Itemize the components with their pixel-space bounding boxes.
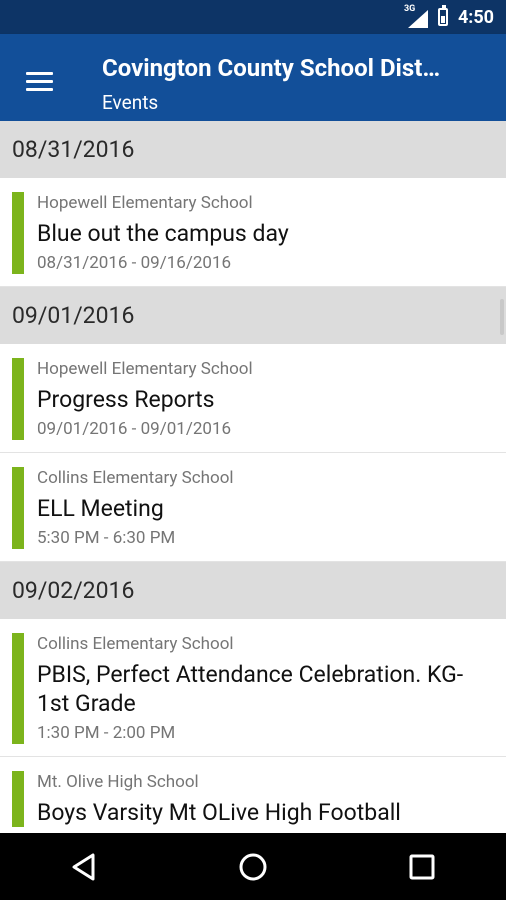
- event-dates: 5:30 PM - 6:30 PM: [37, 528, 176, 548]
- back-icon: [72, 853, 95, 880]
- event-title: Blue out the campus day: [37, 220, 289, 247]
- signal-icon: 3G: [404, 4, 428, 28]
- home-icon: [239, 853, 267, 880]
- event-item[interactable]: Mt. Olive High School Boys Varsity Mt OL…: [0, 757, 506, 833]
- recents-button[interactable]: [392, 837, 452, 897]
- hamburger-menu-icon[interactable]: [26, 72, 53, 92]
- date-header: 09/01/2016: [0, 287, 506, 344]
- date-header: 09/02/2016: [0, 562, 506, 619]
- event-school: Hopewell Elementary School: [37, 359, 253, 379]
- clock: 4:50: [457, 6, 494, 28]
- recents-icon: [409, 854, 435, 879]
- event-school: Mt. Olive High School: [37, 772, 199, 792]
- event-school: Hopewell Elementary School: [37, 193, 253, 213]
- event-item[interactable]: Hopewell Elementary School Progress Repo…: [0, 344, 506, 453]
- event-accent-bar: [12, 633, 24, 744]
- event-dates: 08/31/2016 - 09/16/2016: [37, 253, 232, 273]
- date-header: 08/31/2016: [0, 121, 506, 178]
- system-nav-bar: [0, 833, 506, 900]
- back-button[interactable]: [54, 837, 114, 897]
- network-type: 3G: [403, 4, 416, 14]
- event-item[interactable]: Collins Elementary School PBIS, Perfect …: [0, 619, 506, 757]
- event-school: Collins Elementary School: [37, 634, 234, 654]
- event-accent-bar: [12, 192, 24, 274]
- event-title: Progress Reports: [37, 386, 215, 413]
- app-subtitle: Events: [102, 91, 159, 114]
- event-school: Collins Elementary School: [37, 468, 234, 488]
- events-list[interactable]: 08/31/2016 Hopewell Elementary School Bl…: [0, 121, 506, 833]
- event-accent-bar: [12, 358, 24, 440]
- event-dates: 09/01/2016 - 09/01/2016: [37, 419, 232, 439]
- home-button[interactable]: [223, 837, 283, 897]
- event-item[interactable]: Hopewell Elementary School Blue out the …: [0, 178, 506, 287]
- event-item[interactable]: Collins Elementary School ELL Meeting 5:…: [0, 453, 506, 562]
- status-bar: 3G 4:50: [0, 0, 506, 34]
- event-accent-bar: [12, 771, 24, 827]
- scrollbar[interactable]: [500, 299, 504, 335]
- event-dates: 1:30 PM - 2:00 PM: [37, 723, 176, 743]
- event-title: ELL Meeting: [37, 495, 164, 522]
- battery-icon: [437, 5, 448, 26]
- app-bar: Covington County School Dist… Events: [0, 34, 506, 121]
- event-accent-bar: [12, 467, 24, 549]
- app-title: Covington County School Dist…: [102, 54, 441, 82]
- event-title: PBIS, Perfect Attendance Celebration. KG…: [37, 661, 464, 717]
- event-title: Boys Varsity Mt OLive High Football: [37, 799, 401, 826]
